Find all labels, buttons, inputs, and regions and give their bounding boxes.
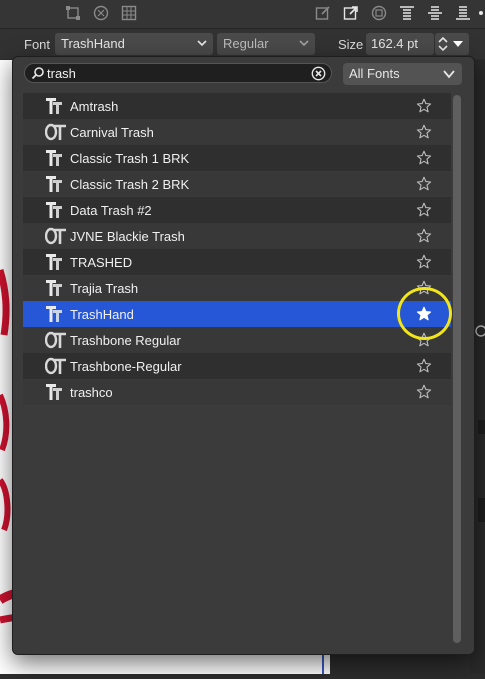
font-name: Trajia Trash <box>70 281 139 296</box>
favorite-star-icon[interactable] <box>416 98 432 114</box>
font-size-field[interactable]: 162.4 pt <box>366 33 434 55</box>
favorite-star-icon[interactable] <box>416 228 432 244</box>
font-name: TrashHand <box>70 307 134 322</box>
context-toolbar: Font TrashHand Regular Size 162.4 pt <box>0 29 485 59</box>
favorite-star-icon[interactable] <box>416 124 432 140</box>
more-icon[interactable] <box>476 4 485 22</box>
truetype-icon <box>45 279 63 297</box>
favorite-highlight-ring <box>397 287 452 340</box>
font-style-combo[interactable]: Regular <box>217 33 315 55</box>
truetype-icon <box>45 383 63 401</box>
font-list-item[interactable]: Classic Trash 2 BRK <box>23 171 451 197</box>
font-collection-value: All Fonts <box>349 66 400 81</box>
favorite-star-icon[interactable] <box>416 202 432 218</box>
font-name: Trashbone-Regular <box>70 359 182 374</box>
font-family-combo[interactable]: TrashHand <box>55 33 213 55</box>
chevron-down-icon <box>443 70 455 79</box>
stepper-arrows-icon <box>438 36 448 52</box>
compass-icon[interactable] <box>92 4 110 22</box>
font-list-scrollbar[interactable] <box>453 95 461 643</box>
export-icon[interactable] <box>342 4 360 22</box>
opentype-icon <box>44 331 66 349</box>
font-picker-popover: All Fonts Amtrash Carnival Trash Classic T… <box>12 56 475 655</box>
favorite-star-icon[interactable] <box>416 358 432 374</box>
align-top-icon[interactable] <box>398 4 416 22</box>
font-collection-select[interactable]: All Fonts <box>343 63 462 85</box>
font-list-item[interactable]: Data Trash #2 <box>23 197 451 223</box>
font-list-item[interactable]: TRASHED <box>23 249 451 275</box>
opentype-icon <box>44 357 66 375</box>
font-list-item[interactable]: Trashbone-Regular <box>23 353 451 379</box>
clear-search-icon[interactable] <box>311 66 326 81</box>
transform-icon[interactable] <box>64 4 82 22</box>
size-label: Size <box>338 37 364 52</box>
font-size-stepper[interactable] <box>435 33 469 55</box>
truetype-icon <box>45 175 63 193</box>
record-icon[interactable] <box>370 4 388 22</box>
truetype-icon <box>45 149 63 167</box>
opentype-icon <box>44 227 66 245</box>
font-name: trashco <box>70 385 113 400</box>
favorite-star-icon[interactable] <box>416 384 432 400</box>
font-list-item[interactable]: Trashbone Regular <box>23 327 451 353</box>
edit-box-icon[interactable] <box>314 4 332 22</box>
font-list-item[interactable]: JVNE Blackie Trash <box>23 223 451 249</box>
font-name: Carnival Trash <box>70 125 154 140</box>
chevron-down-icon <box>197 40 207 47</box>
font-list-item[interactable]: Amtrash <box>23 93 451 119</box>
truetype-icon <box>45 97 63 115</box>
truetype-icon <box>45 201 63 219</box>
truetype-icon <box>45 253 63 271</box>
font-list-item[interactable]: Trajia Trash <box>23 275 451 301</box>
favorite-star-icon[interactable] <box>416 176 432 192</box>
favorite-star-icon[interactable] <box>416 150 432 166</box>
font-name: Trashbone Regular <box>70 333 181 348</box>
font-list-item[interactable]: TrashHand <box>23 301 451 327</box>
align-bottom-icon[interactable] <box>454 4 472 22</box>
font-size-value: 162.4 pt <box>371 36 418 51</box>
grid-icon[interactable] <box>120 4 138 22</box>
font-name: TRASHED <box>70 255 133 270</box>
top-toolbar <box>0 0 485 29</box>
font-name: JVNE Blackie Trash <box>70 229 185 244</box>
search-icon <box>31 67 44 80</box>
font-list-item[interactable]: Classic Trash 1 BRK <box>23 145 451 171</box>
font-name: Data Trash #2 <box>70 203 152 218</box>
truetype-icon <box>45 305 63 323</box>
favorite-star-icon[interactable] <box>416 254 432 270</box>
font-list-item[interactable]: trashco <box>23 379 451 405</box>
opentype-icon <box>44 123 66 141</box>
font-label: Font <box>24 37 51 52</box>
font-list-item[interactable]: Carnival Trash <box>23 119 451 145</box>
dropdown-triangle-icon[interactable] <box>452 39 464 49</box>
chevron-down-icon <box>299 40 309 47</box>
font-style-value: Regular <box>223 36 269 51</box>
font-search-input[interactable] <box>47 65 307 81</box>
font-list: Amtrash Carnival Trash Classic Trash 1 BRK… <box>23 93 451 405</box>
align-middle-icon[interactable] <box>426 4 444 22</box>
font-name: Classic Trash 2 BRK <box>70 177 190 192</box>
font-name: Amtrash <box>70 99 119 114</box>
font-search-box[interactable] <box>24 63 332 83</box>
font-name: Classic Trash 1 BRK <box>70 151 190 166</box>
font-family-value: TrashHand <box>61 36 125 51</box>
